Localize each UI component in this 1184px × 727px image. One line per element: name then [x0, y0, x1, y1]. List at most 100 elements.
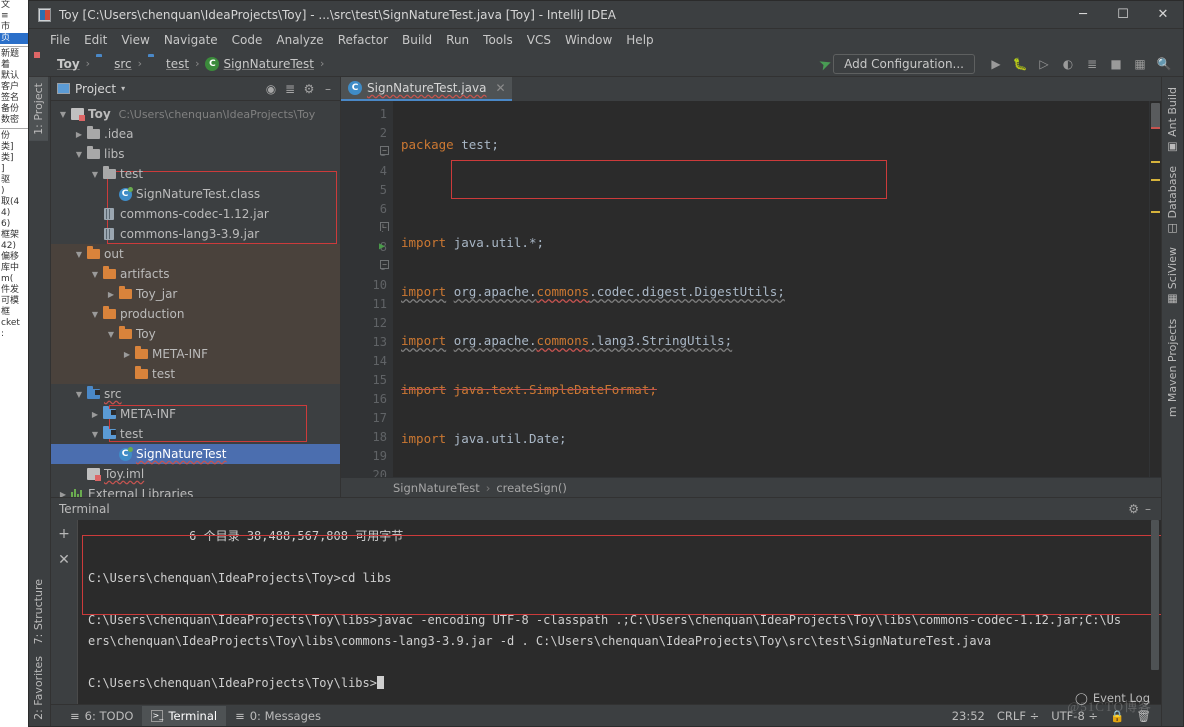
run-with-icon[interactable]: ≣	[1081, 53, 1103, 75]
chevron-down-icon[interactable]: ▼	[89, 170, 101, 179]
status-encoding[interactable]: UTF-8 ÷	[1051, 709, 1098, 723]
menu-file[interactable]: File	[43, 31, 77, 49]
terminal-output[interactable]: 6 个目录 38,488,567,808 可用字节 C:\Users\chenq…	[77, 520, 1161, 704]
project-tree[interactable]: ▼ Toy C:\Users\chenquan\IdeaProjects\Toy ▶.…	[51, 101, 340, 497]
status-line-separator[interactable]: CRLF ÷	[997, 709, 1039, 723]
menu-build[interactable]: Build	[395, 31, 439, 49]
tree-row[interactable]: ▼ src	[51, 384, 340, 404]
tree-row[interactable]: commons-lang3-3.9.jar	[51, 224, 340, 244]
debug-icon[interactable]: 🐛	[1009, 53, 1031, 75]
sidebar-tab-maven-projects[interactable]: m Maven Projects	[1163, 313, 1182, 423]
editor-marker-bar[interactable]	[1149, 101, 1161, 477]
chevron-down-icon[interactable]: ▼	[105, 330, 117, 339]
tree-row[interactable]: ▼ libs	[51, 144, 340, 164]
maximize-button[interactable]: ☐	[1103, 1, 1143, 29]
tree-row[interactable]: ▶ External Libraries	[51, 484, 340, 497]
error-marker[interactable]	[1151, 127, 1160, 129]
hide-icon[interactable]: –	[320, 82, 336, 96]
menu-run[interactable]: Run	[439, 31, 476, 49]
breadcrumb-class[interactable]: SignNatureTest	[393, 481, 480, 495]
gear-icon[interactable]: ⚙	[1128, 502, 1139, 516]
chevron-right-icon[interactable]: ▶	[73, 130, 85, 139]
fold-marker-collapse[interactable]: −	[380, 146, 389, 155]
tree-row[interactable]: ▼ Toy	[51, 324, 340, 344]
tree-row[interactable]: ▶ META-INF	[51, 404, 340, 424]
tree-row[interactable]: ▼ test	[51, 424, 340, 444]
chevron-down-icon[interactable]: ▼	[57, 110, 69, 119]
minimize-icon[interactable]: –	[1145, 502, 1151, 516]
chevron-right-icon[interactable]: ▶	[57, 490, 69, 498]
tree-row[interactable]: ▶ .idea	[51, 124, 340, 144]
bottom-tab-messages[interactable]: ≡ 0: Messages	[226, 706, 330, 726]
navbar-crumb-project[interactable]: Toy	[39, 57, 80, 71]
chevron-down-icon[interactable]: ▼	[73, 390, 85, 399]
menu-analyze[interactable]: Analyze	[269, 31, 330, 49]
chevron-down-icon[interactable]: ▼	[73, 150, 85, 159]
warning-marker[interactable]	[1151, 211, 1160, 213]
bottom-tab-terminal[interactable]: >_ Terminal	[142, 705, 227, 726]
tree-row[interactable]: ▼ out	[51, 244, 340, 264]
chevron-down-icon[interactable]: ▼	[73, 250, 85, 259]
navbar-crumb-src[interactable]: src	[96, 57, 132, 71]
trash-icon[interactable]: 🗑	[1136, 709, 1151, 723]
tree-row[interactable]: C SignNatureTest.class	[51, 184, 340, 204]
editor-scrollbar-thumb[interactable]	[1151, 103, 1160, 129]
run-gutter-icon[interactable]: ▶	[379, 241, 385, 252]
chevron-down-icon[interactable]: ▼	[89, 310, 101, 319]
build-hammer-icon[interactable]: ➤	[816, 53, 834, 74]
sidebar-tab-ant-build[interactable]: ▣ Ant Build	[1163, 81, 1182, 160]
collapse-all-icon[interactable]: ≣	[282, 82, 298, 96]
close-button[interactable]: ✕	[1143, 1, 1183, 29]
tree-row[interactable]: ▼ production	[51, 304, 340, 324]
new-session-button[interactable]: +	[58, 526, 70, 542]
close-icon[interactable]: ✕	[495, 81, 505, 95]
bottom-tab-todo[interactable]: ≡ 6: TODO	[61, 706, 142, 726]
menu-code[interactable]: Code	[225, 31, 270, 49]
sidebar-tab-structure[interactable]: 7: Structure	[29, 573, 48, 650]
menu-refactor[interactable]: Refactor	[331, 31, 395, 49]
menu-vcs[interactable]: VCS	[520, 31, 558, 49]
navbar-crumb-class[interactable]: C SignNatureTest	[205, 56, 314, 71]
editor-gutter[interactable]: 12345678910111213141516171819202122 − ∟ …	[341, 101, 393, 477]
fold-marker-end[interactable]: ∟	[380, 222, 389, 231]
navbar-crumb-test[interactable]: test	[148, 57, 189, 71]
tree-row[interactable]: ▼ test	[51, 164, 340, 184]
menu-tools[interactable]: Tools	[476, 31, 520, 49]
code-text[interactable]: package test; import java.util.*; import…	[393, 101, 1149, 477]
event-log-button[interactable]: ◯ Event Log	[1075, 691, 1150, 705]
terminal-scrollbar[interactable]	[1151, 520, 1159, 704]
sidebar-tab-sciview[interactable]: ▦ SciView	[1163, 241, 1182, 312]
tree-row[interactable]: Toy.iml	[51, 464, 340, 484]
chevron-down-icon[interactable]: ▼	[89, 430, 101, 439]
chevron-right-icon[interactable]: ▶	[121, 350, 133, 359]
add-configuration-button[interactable]: Add Configuration...	[833, 53, 975, 74]
breadcrumb-method[interactable]: createSign()	[496, 481, 567, 495]
menu-view[interactable]: View	[114, 31, 156, 49]
chevron-down-icon[interactable]: ▾	[121, 84, 125, 93]
sidebar-tab-project[interactable]: 1: Project	[29, 77, 48, 141]
tree-row[interactable]: ▼ artifacts	[51, 264, 340, 284]
locate-icon[interactable]: ◉	[263, 82, 279, 96]
tree-row[interactable]: test	[51, 364, 340, 384]
sidebar-tab-favorites[interactable]: 2: Favorites	[29, 650, 48, 726]
menu-edit[interactable]: Edit	[77, 31, 114, 49]
chevron-right-icon[interactable]: ▶	[89, 410, 101, 419]
warning-marker[interactable]	[1151, 179, 1160, 181]
menu-help[interactable]: Help	[619, 31, 660, 49]
chevron-down-icon[interactable]: ▼	[89, 270, 101, 279]
fold-marker-method[interactable]: −	[380, 260, 389, 269]
tree-row[interactable]: ▶ Toy_jar	[51, 284, 340, 304]
run-coverage-icon[interactable]: ▷	[1033, 53, 1055, 75]
chevron-right-icon[interactable]: ▶	[105, 290, 117, 299]
tree-row[interactable]: C SignNatureTest	[51, 444, 340, 464]
menu-navigate[interactable]: Navigate	[157, 31, 225, 49]
sidebar-tab-database[interactable]: ◫ Database	[1163, 160, 1182, 242]
search-icon[interactable]: 🔍	[1153, 53, 1175, 75]
minimize-button[interactable]: ─	[1063, 1, 1103, 29]
stop-icon[interactable]: ■	[1105, 53, 1127, 75]
warning-marker[interactable]	[1151, 161, 1160, 163]
run-icon[interactable]: ▶	[985, 53, 1007, 75]
tree-row[interactable]: commons-codec-1.12.jar	[51, 204, 340, 224]
tree-row[interactable]: ▶ META-INF	[51, 344, 340, 364]
gear-icon[interactable]: ⚙	[301, 82, 317, 96]
